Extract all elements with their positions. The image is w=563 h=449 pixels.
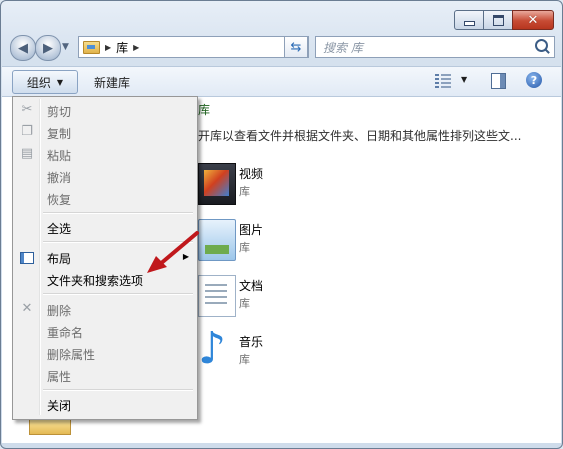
menu-item-label: 剪切 [47,105,72,119]
menu-separator [43,241,193,243]
library-name: 文档 [239,279,264,293]
search-placeholder: 搜索 库 [323,40,363,55]
refresh-button[interactable]: ⇆ [284,36,308,58]
menu-item-cut[interactable]: ✂ 剪切 [15,99,195,121]
menu-item-select-all[interactable]: 全选 [15,216,195,238]
navigation-bar: ◀ ▶ ▼ ▶ 库 ▶ ▼ ⇆ 搜索 库 [10,35,555,61]
caption-buttons: ✕ [454,10,554,30]
explorer-window: ✕ ◀ ▶ ▼ ▶ 库 ▶ ▼ ⇆ 搜索 库 组织 ▼ 新建库 ▼ [0,0,563,449]
change-view-icon[interactable] [435,74,451,88]
search-input[interactable]: 搜索 库 [315,36,555,58]
menu-separator [43,389,193,391]
command-bar: 组织 ▼ 新建库 ▼ ? [2,66,561,97]
refresh-icon: ⇆ [290,39,302,55]
breadcrumb-separator-icon[interactable]: ▶ [105,43,111,52]
forward-button[interactable]: ▶ [35,35,61,61]
chevron-down-icon: ▼ [56,77,64,87]
preview-pane-icon[interactable] [491,73,506,89]
library-item-documents[interactable]: 文档 库 [198,275,458,323]
minimize-icon [463,20,475,26]
close-button[interactable]: ✕ [512,10,554,30]
music-library-icon [198,323,234,374]
menu-item-label: 撤消 [47,171,72,185]
view-options-dropdown-icon[interactable]: ▼ [461,75,467,84]
back-button[interactable]: ◀ [10,35,36,61]
library-type: 库 [239,297,250,310]
menu-item-rename[interactable]: 重命名 [15,320,195,342]
organize-button[interactable]: 组织 ▼ [12,70,78,94]
new-library-button[interactable]: 新建库 [94,74,130,91]
library-name: 视频 [239,167,264,181]
menu-item-label: 文件夹和搜索选项 [47,274,144,288]
menu-item-label: 关闭 [47,399,72,413]
breadcrumb-separator-icon[interactable]: ▶ [133,43,139,52]
library-item-videos[interactable]: 视频 库 [198,163,458,211]
documents-library-icon [198,275,236,317]
paste-icon: ▤ [20,146,34,161]
menu-item-label: 属性 [47,370,72,384]
breadcrumb-library[interactable]: 库 [116,39,128,56]
address-bar[interactable]: ▶ 库 ▶ ▼ [78,36,309,58]
submenu-arrow-icon: ▶ [182,252,189,261]
maximize-icon [492,14,504,26]
video-library-icon [198,163,236,205]
menu-item-label: 删除属性 [47,348,96,362]
recent-pages-dropdown[interactable]: ▼ [62,42,69,52]
menu-item-close[interactable]: 关闭 [15,393,195,415]
menu-item-label: 布局 [47,252,72,266]
layout-icon [20,252,34,264]
menu-item-paste[interactable]: ▤ 粘贴 [15,143,195,165]
library-name: 图片 [239,223,264,237]
minimize-button[interactable] [454,10,484,30]
menu-item-label: 粘贴 [47,149,72,163]
copy-icon: ❐ [21,124,33,139]
details-folder-icon [29,419,71,435]
menu-separator [43,293,193,295]
library-heading: 库 [198,103,211,117]
pictures-library-icon [198,219,236,261]
menu-item-folder-search-options[interactable]: 文件夹和搜索选项 [15,268,195,290]
menu-item-label: 删除 [47,304,72,318]
menu-item-undo[interactable]: 撤消 [15,165,195,187]
organize-label: 组织 [26,75,51,90]
library-name: 音乐 [239,335,264,349]
menu-item-label: 全选 [47,222,72,236]
menu-item-redo[interactable]: 恢复 [15,187,195,209]
menu-item-label: 重命名 [47,326,84,340]
library-type: 库 [239,241,250,254]
menu-item-delete[interactable]: ✕ 删除 [15,298,195,320]
library-folder-icon [83,40,100,54]
delete-x-icon: ✕ [21,301,33,316]
library-type: 库 [239,353,250,366]
menu-item-copy[interactable]: ❐ 复制 [15,121,195,143]
library-item-music[interactable]: 音乐 库 [198,323,458,379]
back-arrow-icon: ◀ [18,40,28,56]
maximize-button[interactable] [483,10,513,30]
menu-item-layout[interactable]: 布局 ▶ [15,246,195,268]
menu-item-properties[interactable]: 属性 [15,364,195,386]
library-item-pictures[interactable]: 图片 库 [198,219,458,267]
help-icon[interactable]: ? [526,72,542,88]
menu-separator [43,212,193,214]
search-icon[interactable] [535,39,548,52]
menu-item-label: 复制 [47,127,72,141]
scissors-icon: ✂ [21,102,33,117]
close-icon: ✕ [527,12,539,28]
organize-menu: ✂ 剪切 ❐ 复制 ▤ 粘贴 撤消 恢复 全选 布局 ▶ 文件夹和搜索选项 ✕ … [12,96,198,420]
menu-item-remove-properties[interactable]: 删除属性 [15,342,195,364]
menu-item-label: 恢复 [47,193,72,207]
library-type: 库 [239,185,250,198]
forward-arrow-icon: ▶ [43,40,53,56]
library-description: 开库以查看文件并根据文件夹、日期和其他属性排列这些文... [198,129,522,143]
